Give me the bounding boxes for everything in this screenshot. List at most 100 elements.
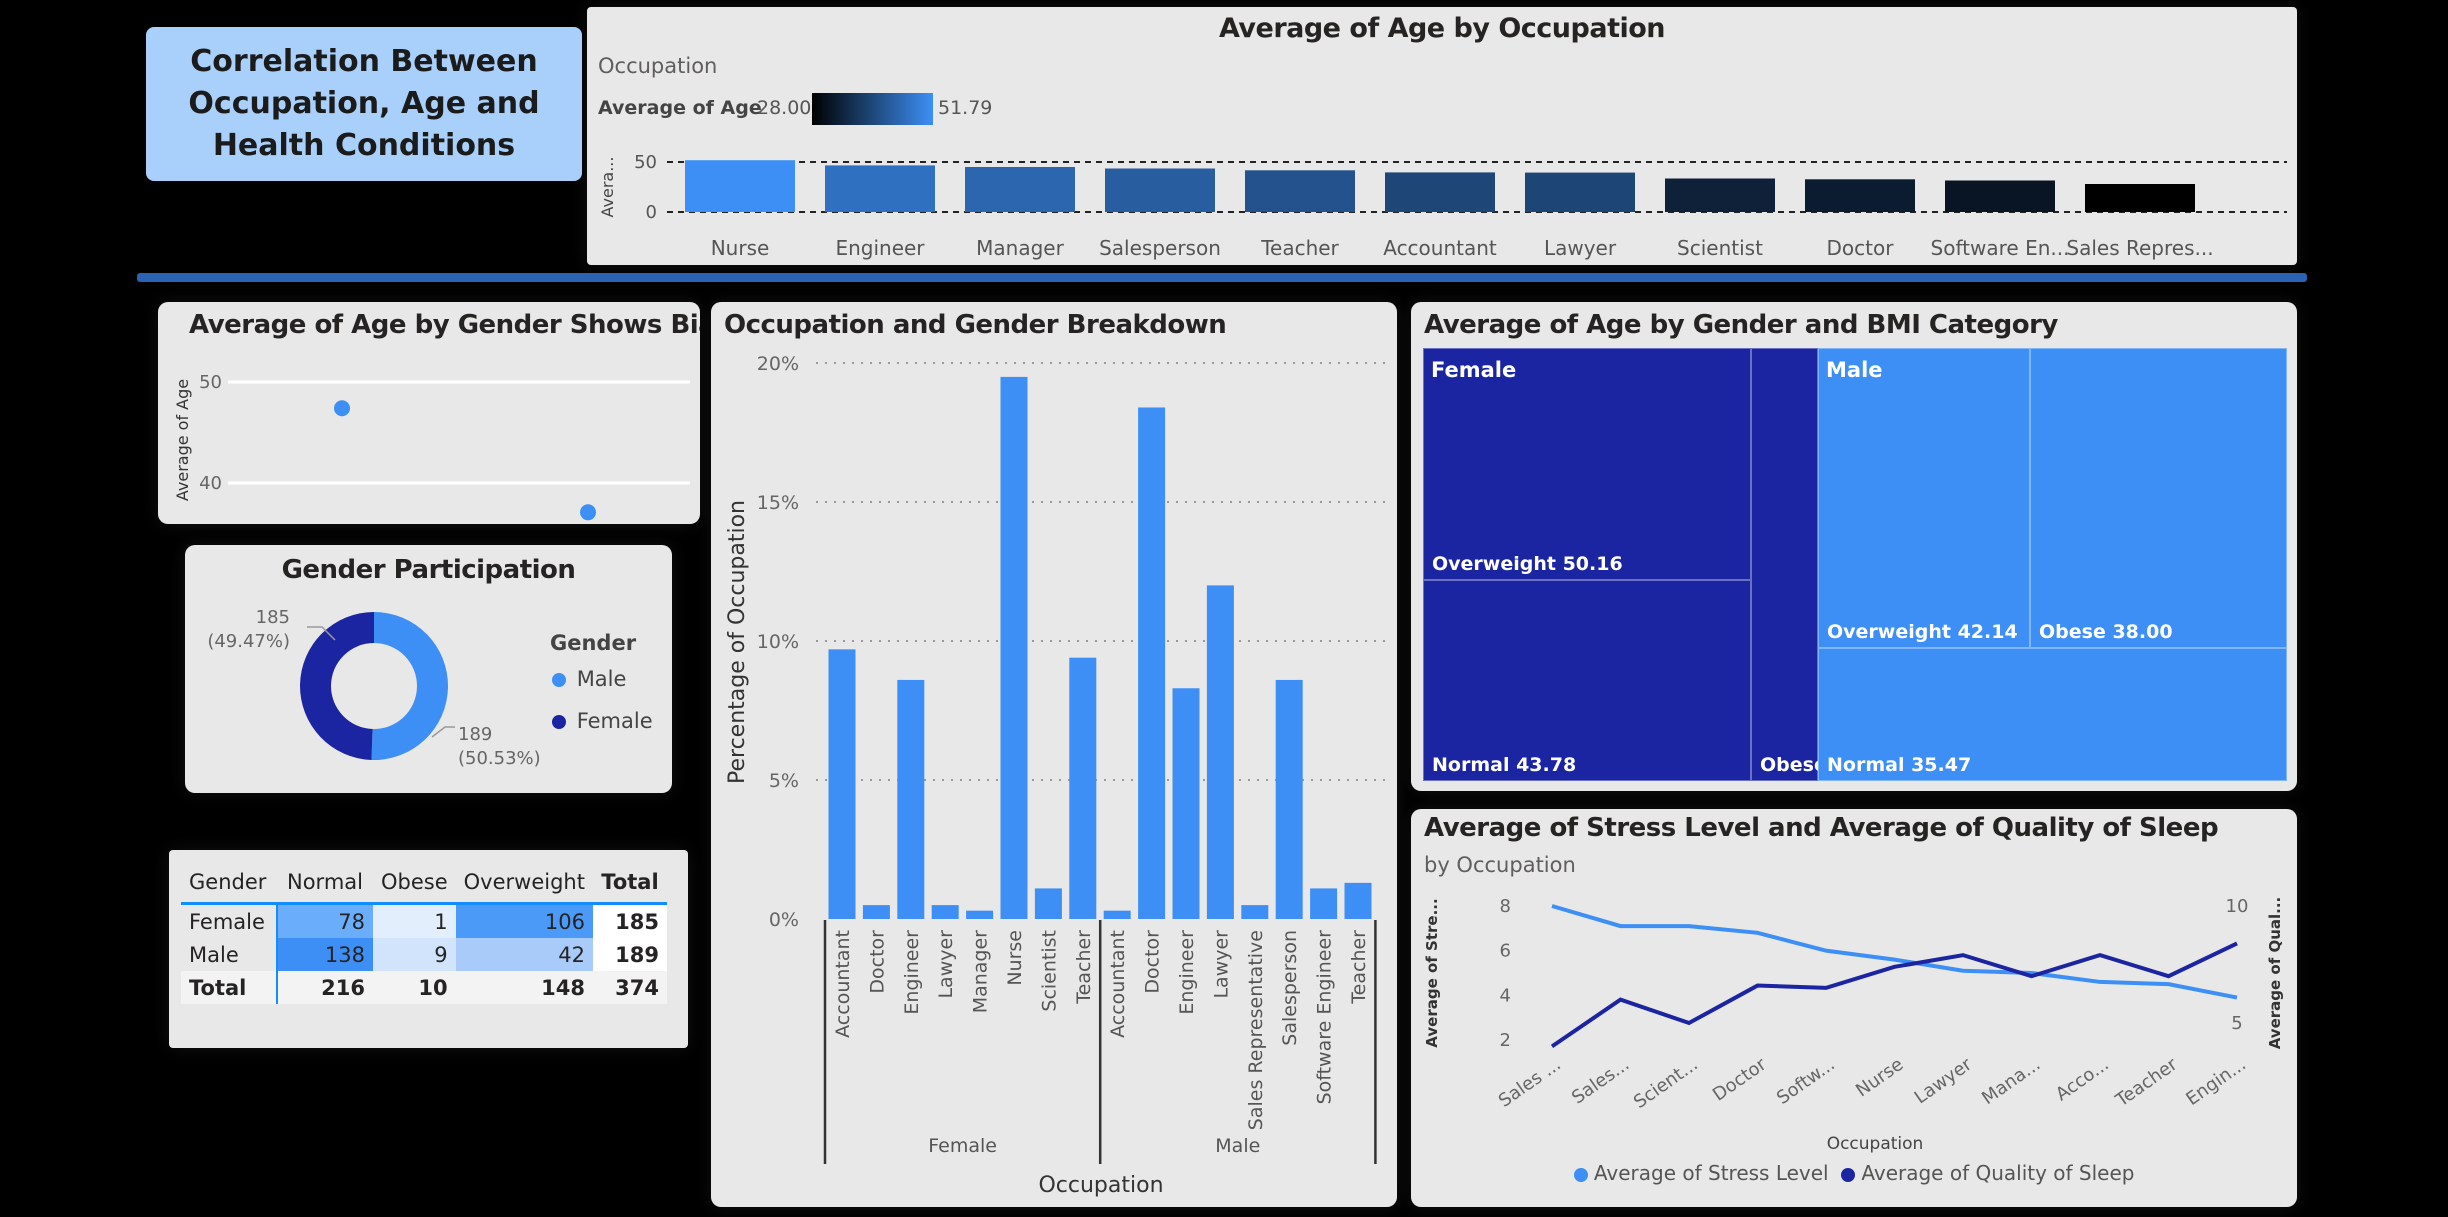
x-tick-label: Salesperson [1279, 930, 1301, 1046]
bar [1945, 180, 2055, 212]
dashboard-title-line: Health Conditions [212, 128, 516, 163]
bar [1172, 688, 1200, 919]
matrix-header[interactable]: Total [592, 862, 667, 905]
cell-label: Normal 43.78 [1432, 754, 1577, 776]
x-tick-label: Scient... [1630, 1054, 1702, 1113]
x-tick-label: Teacher [1073, 930, 1095, 1005]
treemap-cell-female-obese[interactable]: Obese 38.00 [1751, 348, 1894, 781]
table-row[interactable]: Female 78 1 106 185 [181, 903, 667, 938]
y-left-tick-label: 6 [1500, 941, 1511, 962]
y-right-axis-label: Average of Qual... [2266, 897, 2284, 1050]
matrix-header-row: Gender Normal Obese Overweight Total [181, 862, 667, 905]
bar [1069, 657, 1097, 919]
dashboard-title-line: Correlation Between [190, 44, 538, 79]
x-tick-label: Doctor [866, 930, 888, 994]
bar [931, 905, 959, 919]
bar [1241, 905, 1269, 919]
x-tick-label: Engineer [1176, 930, 1198, 1015]
occupation-gender-plot: 20% 15% 10% 5% 0% Percentage of Occupation Acc… [725, 353, 1387, 1198]
legend-min: 28.00 [757, 97, 812, 119]
x-tick-label: Manager [976, 236, 1064, 260]
bar [1385, 172, 1495, 212]
group-label: Female [928, 1135, 997, 1157]
treemap-cell-male-overweight[interactable]: Overweight 42.14 [1818, 348, 2030, 648]
occupation-gender-card[interactable]: Occupation and Gender Breakdown 20% 15% 10… [711, 302, 1397, 1207]
group-label: Male [1215, 1135, 1260, 1157]
x-tick-label: Teacher [1348, 930, 1370, 1005]
y-left-tick-label: 2 [1500, 1030, 1511, 1051]
age-gender-bmi-card[interactable]: Average of Age by Gender and BMI Categor… [1411, 302, 2297, 791]
x-tick-label: Scientist [1038, 930, 1060, 1012]
gender-bmi-matrix: Gender Normal Obese Overweight Total Fem… [181, 862, 667, 1004]
x-tick-label: Softw... [1773, 1054, 1839, 1109]
gender-participation-card[interactable]: Gender Participation 185 (49.47%) 189 (50.5… [185, 545, 672, 793]
cell-normal: 216 [321, 975, 365, 1000]
x-tick-label: Software Engineer [1314, 930, 1336, 1105]
stress-dot-icon [1573, 1167, 1588, 1182]
row-label: Female [181, 903, 278, 938]
y-tick-label: 0 [646, 202, 657, 223]
y-axis-label: Avera... [598, 157, 617, 218]
x-tick-label: Engineer [835, 236, 925, 260]
legend-measure: Average of Age [598, 97, 762, 119]
bar [1275, 679, 1303, 919]
x-tick-label: Lawyer [1544, 236, 1617, 260]
cell-obese: 9 [373, 938, 456, 971]
legend-title: Gender [550, 631, 637, 655]
treemap-cell-male-normal[interactable]: Normal 35.47 [1818, 648, 2287, 781]
table-total-row[interactable]: Total 216 10 148 374 [181, 971, 667, 1004]
table-row[interactable]: Male 138 9 42 189 [181, 938, 667, 971]
x-tick-label: Manager [970, 930, 992, 1013]
data-label: 185 [256, 607, 290, 628]
bar [1206, 585, 1234, 919]
x-tick-label: Nurse [1004, 930, 1026, 986]
row-label: Total [181, 971, 278, 1004]
section-divider [137, 273, 2307, 282]
bar [1310, 888, 1338, 919]
legend-label[interactable]: Average of Quality of Sleep [1861, 1161, 2134, 1185]
bar [828, 649, 856, 919]
cell-total: 189 [592, 938, 667, 971]
x-tick-label: Engin... [2182, 1054, 2250, 1110]
cell-normal: 78 [277, 903, 373, 938]
treemap-cell-female-overweight[interactable]: Overweight 50.16 [1423, 348, 1751, 580]
data-label: (49.47%) [207, 631, 290, 652]
bar [685, 160, 795, 212]
y-tick-label: 5% [769, 770, 799, 792]
legend-label[interactable]: Average of Stress Level [1594, 1161, 1829, 1185]
x-tick-label: Mana... [1978, 1054, 2044, 1109]
bar [1344, 882, 1372, 919]
treemap-cell-female-normal[interactable]: Normal 43.78 [1423, 580, 1751, 781]
matrix-header[interactable]: Gender [181, 862, 277, 905]
legend-item-male[interactable]: Male [552, 667, 626, 691]
treemap-group-label-female: Female [1431, 358, 1517, 382]
gender-bmi-matrix-card[interactable]: Gender Normal Obese Overweight Total Fem… [169, 850, 688, 1048]
y-axis-label: Average of Age [173, 379, 192, 501]
data-label: 189 [458, 724, 492, 745]
x-tick-label: Doctor [1709, 1054, 1771, 1106]
male-dot-icon [552, 673, 566, 687]
matrix-header[interactable]: Normal [277, 862, 373, 905]
cell-label: Obese 38.00 [2039, 621, 2173, 643]
legend-item-female[interactable]: Female [552, 709, 653, 733]
y-right-tick-label: 5 [2231, 1013, 2242, 1034]
chart-title: Average of Age by Occupation [1218, 13, 1666, 44]
stress-sleep-card[interactable]: Average of Stress Level and Average of Q… [1411, 809, 2297, 1207]
x-tick-label: Doctor [1827, 236, 1895, 260]
treemap-cell-male-obese[interactable]: Obese 38.00 [2030, 348, 2287, 648]
leader-line [431, 726, 455, 738]
bar [2085, 184, 2195, 212]
x-tick-label: Scientist [1677, 236, 1763, 260]
x-tick-label: Lawyer [935, 930, 957, 999]
age-by-occupation-card[interactable]: Average of Age by Occupation Occupation … [587, 7, 2297, 265]
treemap-group-label-male: Male [1826, 358, 1883, 382]
y-left-tick-label: 4 [1500, 985, 1511, 1006]
matrix-header[interactable]: Obese [373, 862, 456, 905]
x-tick-label: Acco... [2052, 1054, 2113, 1105]
matrix-header[interactable]: Overweight [455, 862, 593, 905]
y-tick-label: 15% [757, 492, 799, 514]
cell-normal: 138 [277, 938, 373, 971]
age-by-gender-card[interactable]: Average of Age by Gender Shows Bias 50 40… [158, 302, 700, 524]
donut-slice [299, 612, 374, 760]
y-tick-label: 20% [757, 353, 799, 375]
